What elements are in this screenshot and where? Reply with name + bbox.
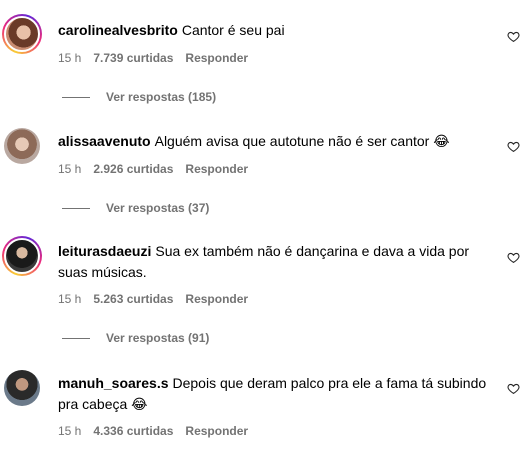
comment-meta: 15 h 7.739 curtidas Responder (58, 51, 260, 65)
heart-icon[interactable] (507, 140, 520, 153)
view-replies-button[interactable]: Ver respostas (185) (62, 90, 216, 104)
comment-time[interactable]: 15 h (58, 424, 81, 438)
username-link[interactable]: manuh_soares.s (58, 375, 169, 391)
replies-divider (62, 337, 90, 339)
heart-icon[interactable] (507, 251, 520, 264)
replies-divider (62, 207, 90, 209)
comment-item: manuh_soares.s Depois que deram palco pra… (0, 0, 528, 438)
like-count[interactable]: 5.263 curtidas (93, 292, 173, 306)
like-count[interactable]: 7.739 curtidas (93, 51, 173, 65)
reply-button[interactable]: Responder (185, 292, 248, 306)
comment-body: alissaavenuto Alguém avisa que autotune n… (58, 131, 498, 152)
comment-time[interactable]: 15 h (58, 292, 81, 306)
comment-time[interactable]: 15 h (58, 51, 81, 65)
username-link[interactable]: leiturasdaeuzi (58, 243, 151, 259)
heart-icon[interactable] (507, 382, 520, 395)
comment-text: Alguém avisa que autotune não é ser cant… (154, 133, 430, 149)
view-replies-button[interactable]: Ver respostas (91) (62, 331, 209, 345)
avatar[interactable] (4, 128, 40, 164)
replies-divider (62, 96, 90, 98)
view-replies-button[interactable]: Ver respostas (37) (62, 201, 209, 215)
comment-meta: 15 h 4.336 curtidas Responder (58, 424, 260, 438)
comment-body: leiturasdaeuzi Sua ex também não é dançar… (58, 241, 478, 283)
laughing-emoji: 😂 (433, 133, 450, 149)
comment-meta: 15 h 5.263 curtidas Responder (58, 292, 260, 306)
comment-time[interactable]: 15 h (58, 162, 81, 176)
comment-meta: 15 h 2.926 curtidas Responder (58, 162, 260, 176)
comment-body: manuh_soares.s Depois que deram palco pra… (58, 373, 488, 415)
reply-button[interactable]: Responder (185, 424, 248, 438)
avatar[interactable] (4, 370, 40, 406)
username-link[interactable]: alissaavenuto (58, 133, 151, 149)
like-count[interactable]: 4.336 curtidas (93, 424, 173, 438)
reply-button[interactable]: Responder (185, 51, 248, 65)
reply-button[interactable]: Responder (185, 162, 248, 176)
avatar[interactable] (2, 236, 42, 276)
like-count[interactable]: 2.926 curtidas (93, 162, 173, 176)
laughing-emoji: 😂 (131, 396, 148, 412)
